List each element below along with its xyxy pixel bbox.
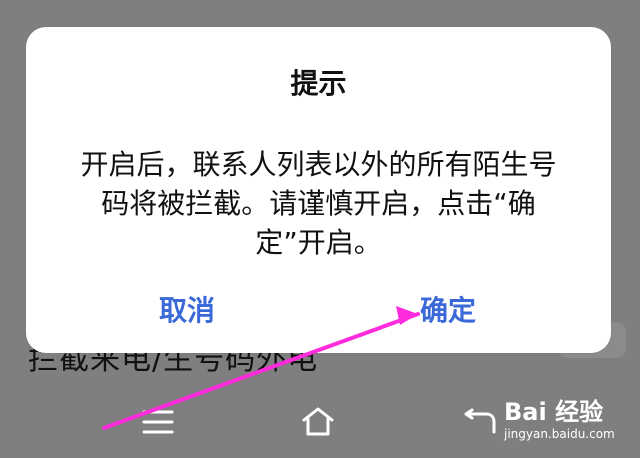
dialog-message: 开启后，联系人列表以外的所有陌生号 码将被拦截。请谨慎开启，点击“确 定”开启。 — [80, 148, 557, 259]
confirm-button[interactable]: 确定 — [420, 294, 476, 328]
watermark-line-1: Bai 经验 — [504, 398, 604, 426]
home-icon[interactable] — [294, 398, 342, 446]
confirmation-dialog: 提示 开启后，联系人列表以外的所有陌生号 码将被拦截。请谨慎开启，点击“确 定”… — [26, 27, 611, 353]
menu-icon[interactable] — [134, 398, 182, 446]
watermark-line-2: jingyan.baidu.com — [504, 427, 615, 441]
cancel-button[interactable]: 取消 — [159, 294, 215, 328]
back-icon[interactable] — [456, 398, 504, 446]
dialog-title: 提示 — [290, 67, 347, 100]
watermark: Bai 经验 jingyan.baidu.com — [504, 400, 622, 446]
